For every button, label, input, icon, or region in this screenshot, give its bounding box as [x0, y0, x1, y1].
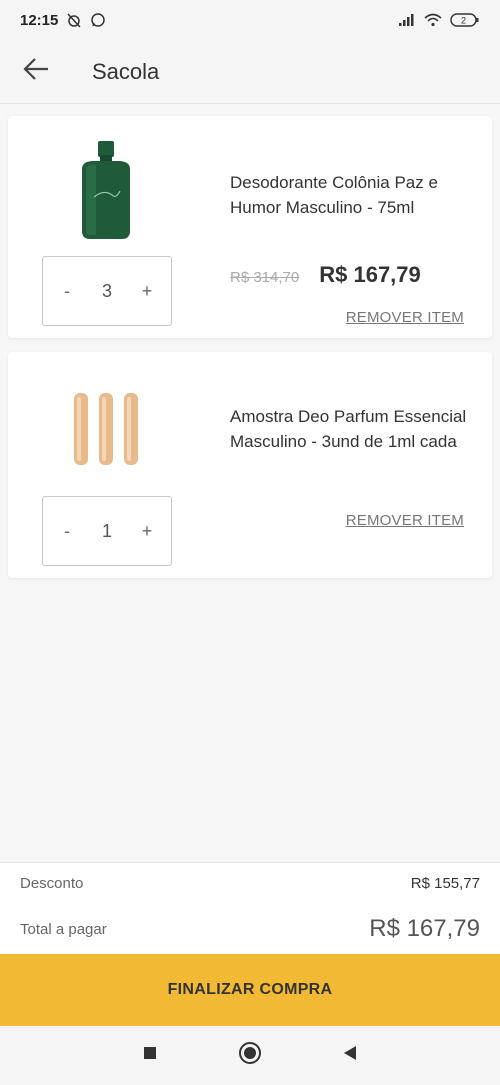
- back-nav-button[interactable]: [300, 1026, 400, 1085]
- product-image-sample-vials[interactable]: [66, 374, 146, 484]
- increment-button[interactable]: +: [135, 281, 159, 302]
- quantity-stepper: - 1 +: [42, 496, 172, 566]
- old-price: R$ 314,70: [230, 269, 300, 286]
- home-circle-icon: [238, 1041, 262, 1070]
- status-time: 12:15: [20, 11, 59, 29]
- back-button[interactable]: [6, 40, 66, 104]
- cart-item: Desodorante Colônia Paz e Humor Masculin…: [8, 116, 492, 338]
- product-name[interactable]: Amostra Deo Parfum Essencial Masculino -…: [230, 404, 480, 454]
- status-left: 12:15: [20, 12, 106, 29]
- signal-icon: [398, 13, 416, 27]
- remove-item-link[interactable]: REMOVER ITEM: [346, 309, 464, 326]
- discount-label: Desconto: [20, 875, 84, 892]
- quantity-value: 3: [101, 280, 112, 301]
- app-bar: Sacola: [0, 40, 500, 104]
- product-image-perfume-bottle[interactable]: [66, 136, 146, 246]
- whatsapp-icon: [90, 12, 106, 28]
- total-value: R$ 167,79: [369, 915, 480, 942]
- discount-value: R$ 155,77: [410, 875, 480, 892]
- system-nav-bar: [0, 1026, 500, 1085]
- arrow-left-icon: [22, 57, 50, 86]
- home-button[interactable]: [200, 1026, 300, 1085]
- decrement-button[interactable]: -: [55, 281, 79, 302]
- square-icon: [143, 1046, 157, 1065]
- battery-level: 2: [461, 16, 466, 26]
- alarm-off-icon: [66, 12, 82, 28]
- order-summary: Desconto R$ 155,77 Total a pagar R$ 167,…: [0, 862, 500, 954]
- status-right: 2: [398, 12, 480, 28]
- recent-apps-button[interactable]: [100, 1026, 200, 1085]
- checkout-button[interactable]: FINALIZAR COMPRA: [0, 954, 500, 1026]
- remove-item-link[interactable]: REMOVER ITEM: [346, 512, 464, 529]
- quantity-stepper: - 3 +: [42, 256, 172, 326]
- increment-button[interactable]: +: [135, 521, 159, 542]
- page-title: Sacola: [92, 58, 160, 84]
- decrement-button[interactable]: -: [55, 521, 79, 542]
- discount-row: Desconto R$ 155,77: [20, 875, 480, 892]
- cart-item: Amostra Deo Parfum Essencial Masculino -…: [8, 352, 492, 578]
- price-row: R$ 314,70 R$ 167,79: [230, 262, 421, 288]
- wifi-icon: [424, 13, 442, 27]
- triangle-back-icon: [343, 1045, 357, 1066]
- total-row: Total a pagar R$ 167,79: [20, 915, 480, 943]
- total-label: Total a pagar: [20, 920, 107, 938]
- quantity-value: 1: [101, 520, 112, 541]
- current-price: R$ 167,79: [319, 262, 421, 287]
- product-name[interactable]: Desodorante Colônia Paz e Humor Masculin…: [230, 170, 480, 220]
- cart-list: Desodorante Colônia Paz e Humor Masculin…: [0, 104, 500, 864]
- battery-icon: 2: [450, 12, 480, 28]
- status-bar: 12:15 2: [0, 0, 500, 40]
